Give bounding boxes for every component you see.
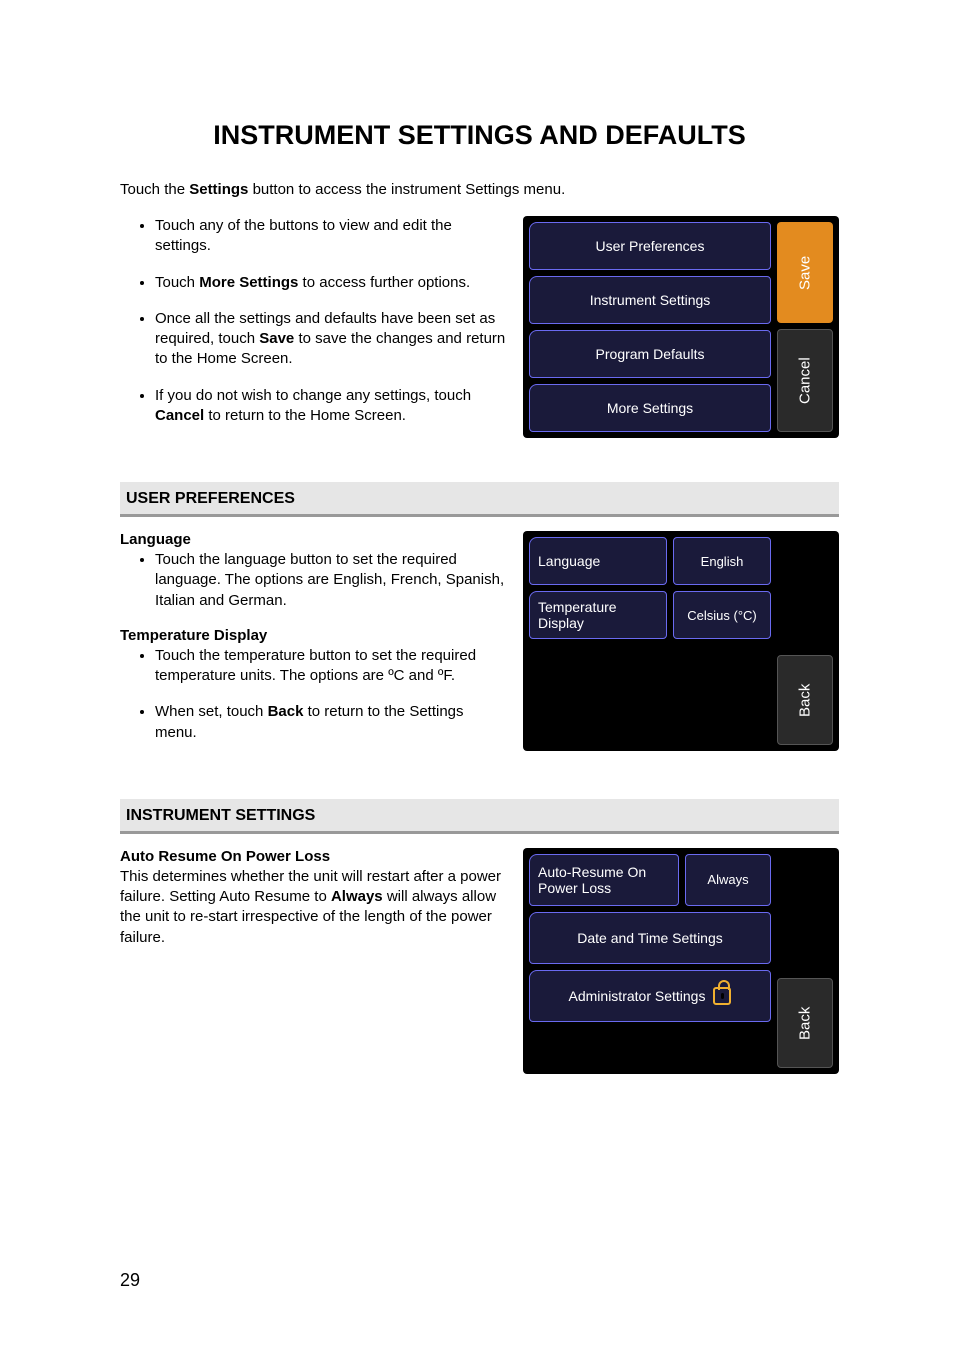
user-preferences-button[interactable]: User Preferences — [529, 222, 771, 270]
administrator-settings-button[interactable]: Administrator Settings — [529, 970, 771, 1022]
language-bullet: Touch the language button to set the req… — [155, 550, 508, 611]
language-label[interactable]: Language — [529, 537, 667, 585]
tb3-bold: Save — [259, 330, 294, 347]
language-value-button[interactable]: English — [673, 537, 771, 585]
auto-resume-label[interactable]: Auto-Resume On Power Loss — [529, 854, 679, 906]
intro-bold: Settings — [189, 181, 248, 198]
intro-post: button to access the instrument Settings… — [248, 181, 565, 198]
temperature-display-label[interactable]: Temperature Display — [529, 591, 667, 639]
top-bullet-1: Touch any of the buttons to view and edi… — [155, 216, 508, 257]
more-settings-button[interactable]: More Settings — [529, 384, 771, 432]
back-button[interactable]: Back — [777, 655, 833, 745]
intro-pre: Touch the — [120, 181, 189, 198]
tb4-post: to return to the Home Screen. — [204, 407, 406, 424]
administrator-settings-label: Administrator Settings — [569, 988, 706, 1004]
temperature-bullet: Touch the temperature button to set the … — [155, 646, 508, 687]
instrument-settings-button[interactable]: Instrument Settings — [529, 276, 771, 324]
top-bullet-4: If you do not wish to change any setting… — [155, 386, 508, 427]
page-title: INSTRUMENT SETTINGS AND DEFAULTS — [120, 120, 839, 151]
back-bullet: When set, touch Back to return to the Se… — [155, 702, 508, 743]
intro-line: Touch the Settings button to access the … — [120, 181, 839, 198]
tb2-pre: Touch — [155, 274, 199, 291]
tb4-pre: If you do not wish to change any setting… — [155, 387, 471, 404]
user-preferences-heading: USER PREFERENCES — [120, 482, 839, 517]
tb2-post: to access further options. — [298, 274, 470, 291]
date-time-settings-button[interactable]: Date and Time Settings — [529, 912, 771, 964]
top-bullet-3: Once all the settings and defaults have … — [155, 309, 508, 370]
save-button[interactable]: Save — [777, 222, 833, 323]
settings-menu-screenshot: User Preferences Instrument Settings Pro… — [523, 216, 839, 438]
back-bullet-bold: Back — [268, 703, 304, 720]
back-button-2[interactable]: Back — [777, 978, 833, 1068]
page-number: 29 — [120, 1270, 140, 1291]
auto-resume-para: This determines whether the unit will re… — [120, 867, 508, 948]
instrument-settings-screenshot: Auto-Resume On Power Loss Always Date an… — [523, 848, 839, 1074]
program-defaults-button[interactable]: Program Defaults — [529, 330, 771, 378]
tb2-bold: More Settings — [199, 274, 298, 291]
temperature-display-value-button[interactable]: Celsius (°C) — [673, 591, 771, 639]
ar-bold: Always — [331, 888, 383, 905]
temperature-display-heading: Temperature Display — [120, 627, 508, 644]
language-heading: Language — [120, 531, 508, 548]
top-bullet-2: Touch More Settings to access further op… — [155, 273, 508, 293]
auto-resume-heading: Auto Resume On Power Loss — [120, 848, 508, 865]
instrument-settings-heading: INSTRUMENT SETTINGS — [120, 799, 839, 834]
cancel-button[interactable]: Cancel — [777, 329, 833, 432]
auto-resume-value-button[interactable]: Always — [685, 854, 771, 906]
lock-icon — [713, 987, 731, 1005]
user-preferences-screenshot: Language English Temperature Display Cel… — [523, 531, 839, 751]
tb4-bold: Cancel — [155, 407, 204, 424]
back-bullet-pre: When set, touch — [155, 703, 268, 720]
